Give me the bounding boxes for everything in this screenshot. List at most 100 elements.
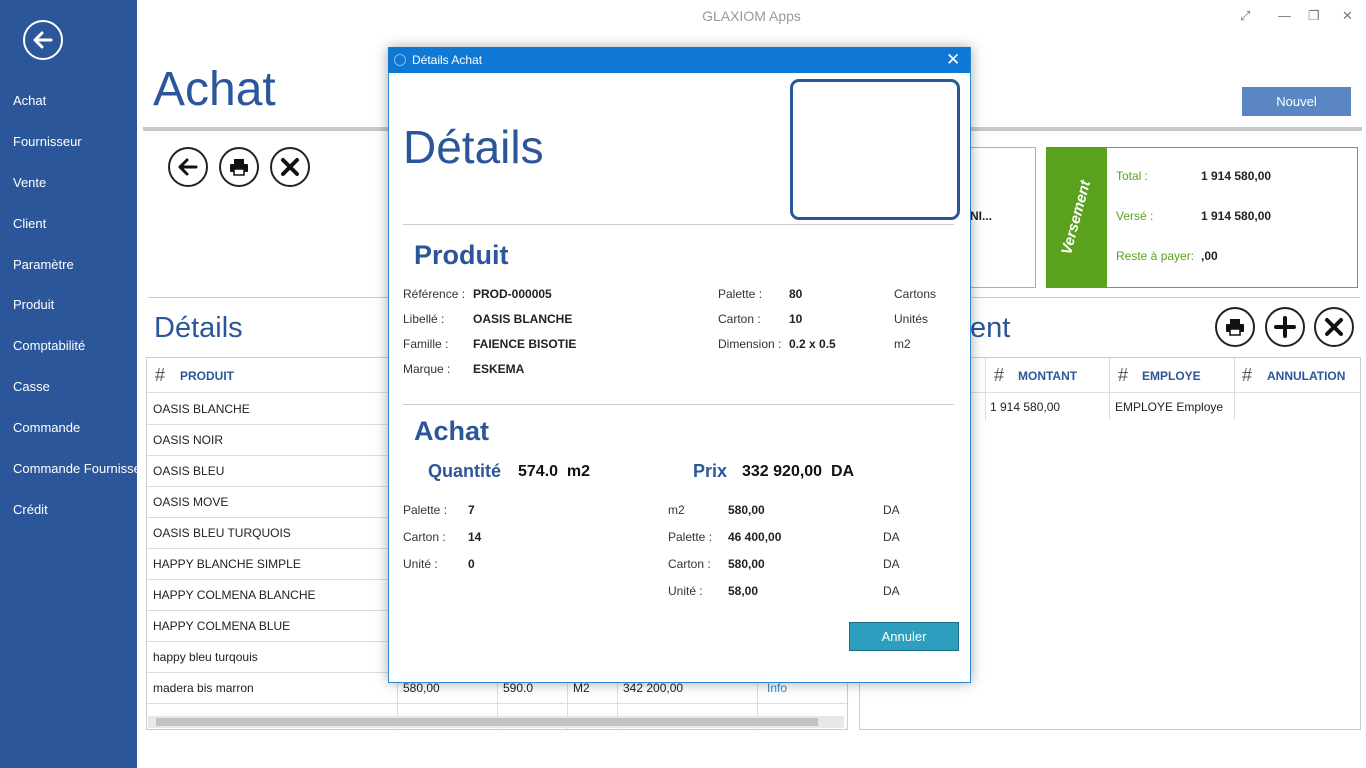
info-link[interactable]: Info [767, 681, 787, 695]
produit-cell: HAPPY BLANCHE SIMPLE [153, 557, 301, 571]
sidebar-item-client[interactable]: Client [13, 216, 137, 231]
prix-unite-value: 58,00 [728, 584, 759, 598]
close-window-icon[interactable]: ✕ [1342, 8, 1353, 24]
produit-cell: OASIS MOVE [153, 495, 229, 509]
prix-m2-label: m2 [668, 503, 685, 517]
arrow-left-icon [178, 158, 198, 176]
column-header-montant[interactable]: MONTANT [1018, 369, 1077, 383]
details-section-title: Détails [154, 312, 243, 344]
prix-unite-label: Unité : [668, 584, 703, 598]
sidebar-item-produit[interactable]: Produit [13, 297, 137, 312]
column-header-annulation[interactable]: ANNULATION [1267, 369, 1345, 383]
printer-icon [230, 159, 248, 176]
hash-icon: # [994, 365, 1005, 385]
prix-cell: 580,00 [403, 681, 440, 695]
carton-value: 10 [789, 312, 803, 326]
palette-unit: Cartons [894, 287, 937, 301]
reste-value: ,00 [1201, 249, 1218, 263]
produit-cell: OASIS BLEU [153, 464, 225, 478]
sidebar-item-credit[interactable]: Crédit [13, 502, 137, 517]
versement-band-label: Versement [1058, 178, 1095, 257]
sidebar-item-commande-fournisseur[interactable]: Commande Fournisseur [13, 461, 137, 476]
sidebar-item-fournisseur[interactable]: Fournisseur [13, 134, 137, 149]
printer-icon [1226, 319, 1244, 336]
marque-value: ESKEMA [473, 362, 525, 376]
sidebar-item-commande[interactable]: Commande [13, 420, 137, 435]
restore-icon[interactable]: ❐ [1308, 8, 1320, 24]
montant-cell: 1 914 580,00 [990, 400, 1061, 414]
produit-section-title: Produit [414, 240, 509, 270]
column-header-employe[interactable]: EMPLOYE [1142, 369, 1201, 383]
sidebar-item-casse[interactable]: Casse [13, 379, 137, 394]
quantite-label: Quantité [428, 461, 502, 481]
section-divider [148, 297, 388, 298]
app-title: GLAXIOM Apps [702, 8, 801, 24]
column-header-produit[interactable]: PRODUIT [180, 369, 234, 383]
libelle-value: OASIS BLANCHE [473, 312, 573, 326]
achat-carton-value: 14 [468, 530, 482, 544]
prix-carton-value: 580,00 [728, 557, 765, 571]
delete-payment-button[interactable] [1314, 307, 1354, 347]
reference-label: Référence : [403, 287, 466, 301]
achat-section-title: Achat [414, 416, 490, 446]
dialog-title: Détails Achat [412, 53, 483, 67]
prix-palette-label: Palette : [668, 530, 713, 544]
fullscreen-icon[interactable]: ⤢ [1240, 8, 1250, 24]
currency-label: DA [883, 557, 900, 571]
section-divider [403, 224, 954, 225]
quantite-cell: 590.0 [503, 681, 534, 695]
produit-cell: OASIS BLEU TURQUOIS [153, 526, 291, 540]
add-payment-button[interactable] [1265, 307, 1305, 347]
minimize-icon[interactable]: — [1278, 8, 1291, 23]
close-icon [281, 158, 299, 176]
scrollbar-thumb[interactable] [156, 718, 818, 726]
page-title: Achat [153, 63, 276, 116]
sidebar-item-achat[interactable]: Achat [13, 93, 137, 108]
achat-unite-label: Unité : [403, 557, 438, 571]
hash-icon: # [1242, 365, 1253, 385]
dimension-label: Dimension : [718, 337, 782, 351]
print-button[interactable] [219, 147, 259, 187]
plus-icon [1274, 316, 1296, 338]
produit-cell: OASIS BLANCHE [153, 402, 250, 416]
verse-label: Versé : [1116, 209, 1154, 223]
marque-label: Marque : [403, 362, 451, 376]
dialog-close-icon[interactable]: ✕ [946, 50, 960, 70]
dialog-heading: Détails [403, 121, 544, 173]
palette-value: 80 [789, 287, 803, 301]
delete-button[interactable] [270, 147, 310, 187]
product-image-frame [790, 79, 960, 220]
prix-palette-value: 46 400,00 [728, 530, 782, 544]
sidebar-item-parametre[interactable]: Paramètre [13, 257, 137, 272]
achat-palette-value: 7 [468, 503, 475, 517]
produit-cell: madera bis marron [153, 681, 254, 695]
close-icon [1325, 318, 1343, 336]
supplier-name: NI... [970, 209, 993, 223]
print-payment-button[interactable] [1215, 307, 1255, 347]
libelle-label: Libellé : [403, 312, 445, 326]
reference-value: PROD-000005 [473, 287, 552, 301]
achat-palette-label: Palette : [403, 503, 448, 517]
achat-unite-value: 0 [468, 557, 475, 571]
currency-label: DA [883, 584, 900, 598]
hash-icon: # [155, 365, 166, 385]
carton-unit: Unités [894, 312, 929, 326]
famille-label: Famille : [403, 337, 449, 351]
sidebar-item-vente[interactable]: Vente [13, 175, 137, 190]
employe-cell: EMPLOYE Employe [1115, 400, 1224, 414]
new-button[interactable]: Nouvel [1242, 87, 1351, 116]
currency-label: DA [883, 530, 900, 544]
sidebar-item-comptabilite[interactable]: Comptabilité [13, 338, 137, 353]
total-value: 1 914 580,00 [1201, 169, 1272, 183]
payment-section-title: ent [970, 312, 1011, 344]
carton-label: Carton : [718, 312, 761, 326]
total-label: Total : [1116, 169, 1149, 183]
montant-cell: 342 200,00 [623, 681, 684, 695]
unite-cell: M2 [573, 681, 590, 695]
back-button[interactable] [23, 20, 63, 60]
back-circle-button[interactable] [168, 147, 208, 187]
hash-icon: # [1118, 365, 1129, 385]
cancel-button[interactable]: Annuler [849, 622, 959, 651]
produit-cell: HAPPY COLMENA BLANCHE [153, 588, 316, 602]
palette-label: Palette : [718, 287, 763, 301]
